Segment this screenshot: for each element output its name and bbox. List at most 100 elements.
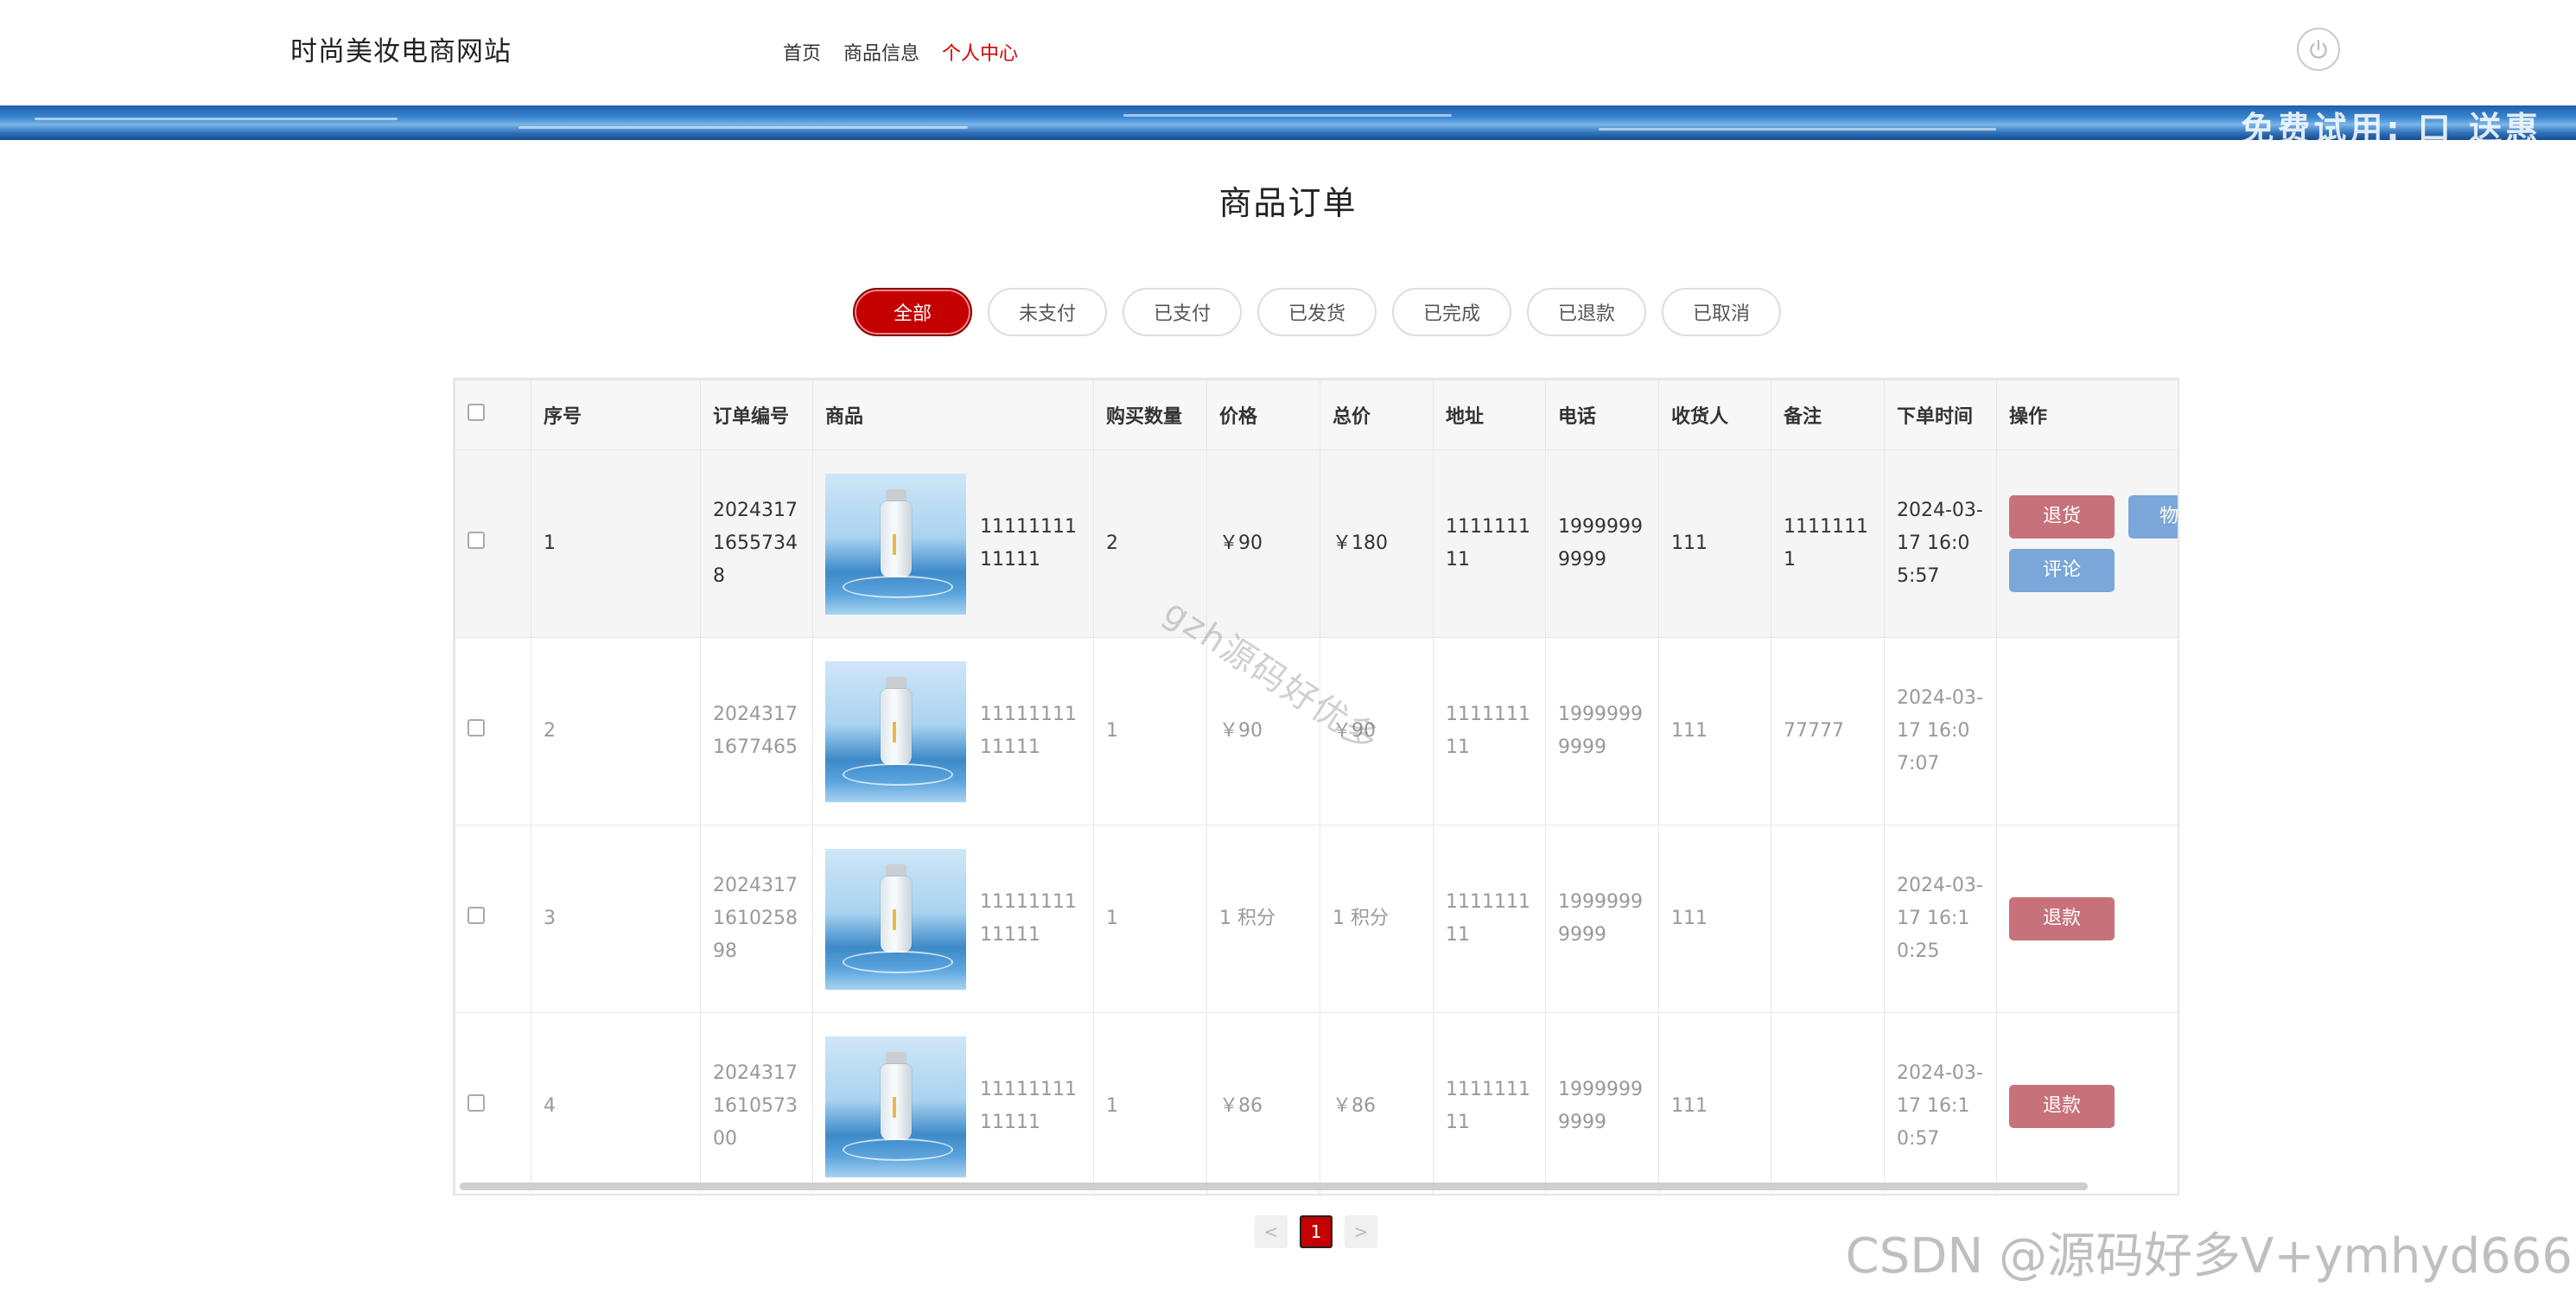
cell-note [1771, 1012, 1885, 1194]
cell-receiver: 111 [1658, 1012, 1771, 1194]
col-qty: 购买数量 [1093, 379, 1207, 450]
tab-cancelled[interactable]: 已取消 [1662, 288, 1781, 336]
page-title: 商品订单 [1218, 184, 1358, 222]
col-receiver: 收货人 [1658, 379, 1771, 450]
cell-receiver: 111 [1658, 825, 1771, 1013]
row-checkbox[interactable] [467, 1094, 485, 1112]
tab-refunded[interactable]: 已退款 [1527, 288, 1646, 336]
refund-button[interactable]: 退款 [2009, 897, 2115, 940]
cell-index: 3 [531, 825, 701, 1013]
cell-goods: 1111111111111 [812, 449, 1094, 638]
product-image[interactable] [825, 1036, 966, 1177]
next-page-button[interactable]: > [1345, 1215, 1377, 1248]
banner-wave [35, 118, 398, 120]
tab-all[interactable]: 全部 [853, 288, 972, 336]
banner-wave [1123, 114, 1452, 117]
col-actions: 操作 [1996, 379, 2178, 450]
row-select-cell [455, 449, 531, 638]
header-select-all [455, 379, 531, 450]
cell-qty: 1 [1093, 637, 1207, 825]
cell-order-no: 20243171655734 8 [700, 449, 813, 638]
goods-name: 1111111111111 [980, 891, 1077, 946]
tab-shipped[interactable]: 已发货 [1257, 288, 1377, 336]
cell-time: 2024-03-17 16:10:25 [1884, 825, 1997, 1013]
cell-index: 2 [531, 637, 701, 825]
cell-price: 1 积分 [1206, 825, 1320, 1013]
cell-order-no: 2024317161025898 [700, 825, 813, 1013]
header-banner: 免费试用: 口 送惠 [0, 105, 2576, 140]
cell-phone: 19999999999 [1545, 825, 1659, 1013]
product-image[interactable] [825, 848, 966, 990]
cell-time: 2024-03-17 16:05:57 [1884, 449, 1997, 638]
orders-table-container[interactable]: 序号 订单编号 商品 购买数量 价格 总价 地址 电话 收货人 备注 下单时间 … [453, 378, 2179, 1195]
orders-table: 序号 订单编号 商品 购买数量 价格 总价 地址 电话 收货人 备注 下单时间 … [455, 379, 2178, 1194]
cell-actions: 退款 [1996, 1012, 2178, 1194]
col-note: 备注 [1771, 379, 1885, 450]
col-time: 下单时间 [1884, 379, 1997, 450]
cell-phone: 19999999999 [1545, 449, 1659, 638]
goods-name: 1111111111111 [980, 704, 1077, 758]
cell-address: 111111111 [1433, 1012, 1546, 1194]
nav-home[interactable]: 首页 [783, 38, 821, 66]
cell-address: 111111111 [1433, 825, 1546, 1013]
power-icon [2310, 40, 2327, 59]
cell-goods: 1111111111111 [812, 825, 1094, 1013]
cell-qty: 1 [1093, 1012, 1207, 1194]
order-status-tabs: 全部 未支付 已支付 已发货 已完成 已退款 已取消 [853, 288, 1781, 336]
tab-unpaid[interactable]: 未支付 [988, 288, 1107, 336]
cell-phone: 19999999999 [1545, 637, 1659, 825]
csdn-watermark: CSDN @源码好多V+ymhyd666 [1845, 1228, 2573, 1284]
prev-page-button[interactable]: < [1255, 1215, 1288, 1248]
site-brand[interactable]: 时尚美妆电商网站 [290, 29, 512, 68]
col-address: 地址 [1433, 379, 1546, 450]
cell-index: 1 [531, 449, 701, 638]
table-row[interactable]: 4 2024317161057300 1111111111111 1 ￥86 ￥… [455, 1012, 2178, 1194]
nav-personal-center[interactable]: 个人中心 [942, 38, 1018, 66]
cell-note: 11111111 [1771, 449, 1885, 638]
return-goods-button[interactable]: 退货 [2009, 495, 2115, 539]
cell-receiver: 111 [1658, 449, 1771, 638]
table-header-row: 序号 订单编号 商品 购买数量 价格 总价 地址 电话 收货人 备注 下单时间 … [455, 379, 2178, 450]
row-checkbox[interactable] [467, 532, 485, 549]
top-header: 时尚美妆电商网站 首页 商品信息 个人中心 [0, 0, 2576, 105]
cell-note [1771, 825, 1885, 1013]
cell-index: 4 [531, 1012, 701, 1194]
banner-wave [1599, 128, 1996, 131]
select-all-checkbox[interactable] [467, 404, 485, 421]
cell-total: 1 积分 [1320, 825, 1434, 1013]
col-index: 序号 [531, 379, 701, 450]
cell-address: 111111111 [1433, 449, 1546, 638]
tab-completed[interactable]: 已完成 [1392, 288, 1511, 336]
logistics-button-partial[interactable]: 物 [2128, 495, 2178, 539]
cell-actions: 退货 物 评论 [1996, 449, 2178, 638]
goods-name: 1111111111111 [980, 1079, 1077, 1133]
cell-note: 77777 [1771, 637, 1885, 825]
cell-price: ￥90 [1206, 449, 1320, 638]
table-row[interactable]: 3 2024317161025898 1111111111111 1 1 积分 … [455, 825, 2178, 1013]
banner-wave [518, 126, 968, 129]
refund-button[interactable]: 退款 [2009, 1085, 2115, 1128]
cell-price: ￥86 [1206, 1012, 1320, 1194]
page-1-button[interactable]: 1 [1300, 1215, 1333, 1248]
cell-total: ￥180 [1320, 449, 1434, 638]
col-order-no: 订单编号 [700, 379, 813, 450]
table-row[interactable]: 1 20243171655734 8 1111111111111 2 ￥90 ￥… [455, 449, 2178, 638]
col-phone: 电话 [1545, 379, 1659, 450]
cell-phone: 19999999999 [1545, 1012, 1659, 1194]
row-checkbox[interactable] [467, 907, 485, 924]
logout-button[interactable] [2297, 28, 2340, 71]
tab-paid[interactable]: 已支付 [1123, 288, 1242, 336]
row-select-cell [455, 1012, 531, 1194]
review-button[interactable]: 评论 [2009, 549, 2115, 592]
cell-address: 111111111 [1433, 637, 1546, 825]
nav-products[interactable]: 商品信息 [843, 38, 919, 66]
col-total: 总价 [1320, 379, 1434, 450]
product-image[interactable] [825, 473, 966, 615]
product-image[interactable] [825, 660, 966, 802]
col-goods: 商品 [812, 379, 1094, 450]
col-price: 价格 [1206, 379, 1320, 450]
cell-total: ￥86 [1320, 1012, 1434, 1194]
row-select-cell [455, 825, 531, 1013]
row-checkbox[interactable] [467, 719, 485, 736]
horizontal-scrollbar[interactable] [460, 1182, 2088, 1190]
